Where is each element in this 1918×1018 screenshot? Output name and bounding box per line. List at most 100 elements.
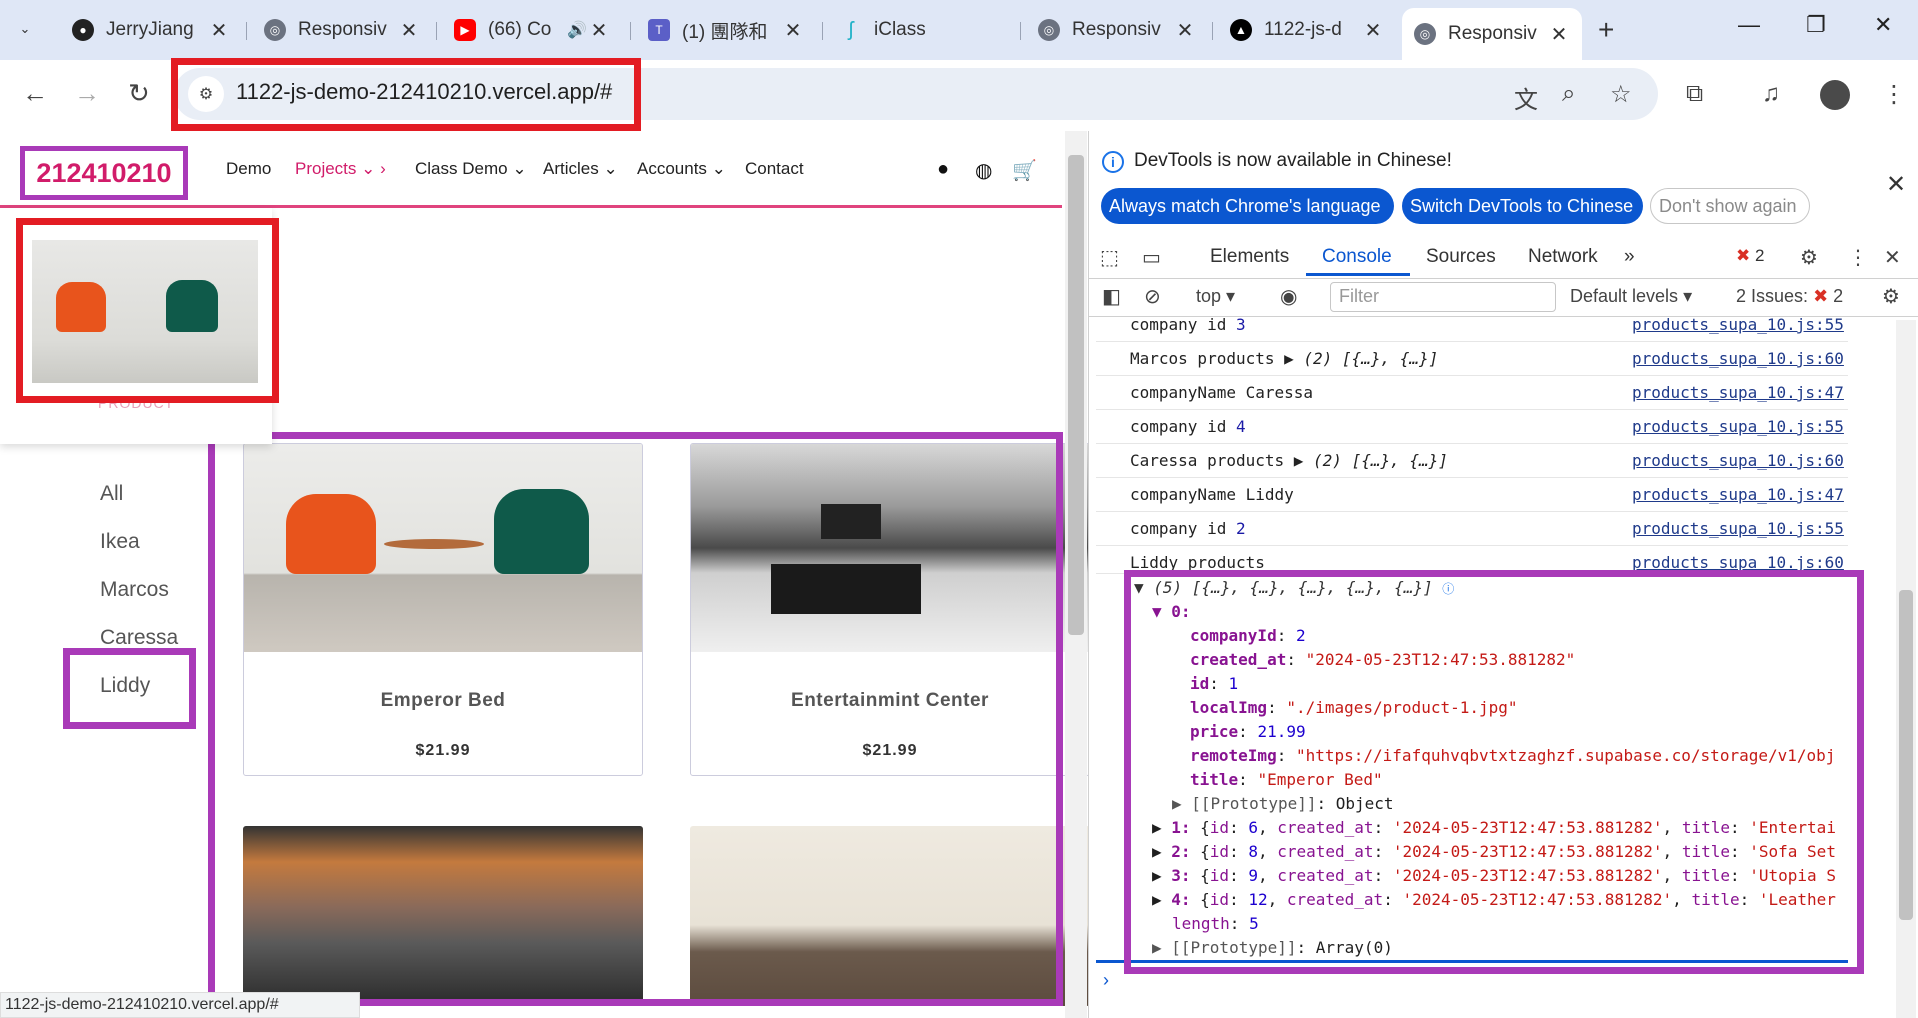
nav-contact[interactable]: Contact — [745, 159, 804, 179]
live-expression-eye-icon[interactable]: ◉ — [1280, 284, 1297, 309]
chevron-down-icon: ⌄ — [603, 159, 618, 178]
console-row: company id 4 products_supa_10.js:55 — [1096, 410, 1848, 444]
nav-projects[interactable]: Projects ⌄ › — [295, 159, 386, 179]
sidebar-toggle-icon[interactable]: ◧ — [1102, 284, 1121, 309]
minimize-button[interactable]: — — [1738, 12, 1760, 38]
tab-elements[interactable]: Elements — [1210, 246, 1289, 268]
close-tab-icon[interactable]: ✕ — [1174, 18, 1196, 43]
chevron-down-icon: ⌄ — [512, 159, 527, 178]
speaker-icon[interactable]: 🔊 — [566, 20, 588, 40]
info-icon: i — [1102, 151, 1124, 173]
always-match-language-button[interactable]: Always match Chrome's language — [1101, 188, 1394, 224]
console-row: company id 3 products_supa_10.js:55 — [1096, 308, 1848, 342]
nav-class-demo[interactable]: Class Demo ⌄ — [415, 159, 527, 179]
extensions-icon[interactable]: ⧉ — [1686, 80, 1703, 108]
github-icon: ● — [72, 19, 94, 41]
browser-tab[interactable]: ▲ 1122-js-d ✕ — [1218, 10, 1396, 50]
globe-icon: ◎ — [1414, 23, 1436, 45]
error-count-badge[interactable]: ✖ 2 — [1736, 246, 1764, 266]
browser-tab[interactable]: ◎ Responsiv ✕ — [252, 10, 432, 50]
chevron-right-icon: › — [380, 159, 386, 178]
reload-button[interactable]: ↻ — [128, 78, 150, 109]
tab-search-button[interactable]: ⌄ — [10, 14, 40, 44]
browser-tab[interactable]: ʃ iClass — [828, 10, 1016, 50]
bookmark-star-icon[interactable]: ☆ — [1610, 80, 1632, 109]
switch-to-chinese-button[interactable]: Switch DevTools to Chinese — [1402, 188, 1643, 224]
page-scrollbar-thumb[interactable] — [1068, 155, 1084, 635]
close-tab-icon[interactable]: ✕ — [1548, 22, 1570, 47]
annotation-products-box — [208, 432, 1063, 1006]
nav-demo[interactable]: Demo — [226, 159, 271, 179]
context-selector[interactable]: top ▾ — [1196, 286, 1235, 307]
menu-kebab-icon[interactable]: ⋮ — [1882, 80, 1906, 109]
tab-network[interactable]: Network — [1528, 246, 1598, 268]
category-marcos[interactable]: Marcos — [100, 578, 169, 602]
settings-gear-icon[interactable]: ⚙ — [1800, 245, 1818, 270]
log-levels-dropdown[interactable]: Default levels ▾ — [1570, 286, 1692, 307]
close-banner-icon[interactable]: ✕ — [1886, 170, 1906, 199]
annotation-url-box — [171, 58, 641, 131]
console-row: company id 2 products_supa_10.js:55 — [1096, 512, 1848, 546]
close-window-button[interactable]: ✕ — [1874, 12, 1892, 38]
close-tab-icon[interactable]: ✕ — [208, 18, 230, 43]
tab-console[interactable]: Console — [1322, 246, 1392, 268]
profile-avatar[interactable] — [1820, 80, 1850, 110]
github-icon[interactable]: ● — [937, 158, 949, 181]
tab-sources[interactable]: Sources — [1426, 246, 1496, 268]
chevron-down-icon: ⌄ — [711, 159, 726, 178]
console-row[interactable]: Caressa products ▶ (2) [{…}, {…}] product… — [1096, 444, 1848, 478]
vercel-icon: ▲ — [1230, 19, 1252, 41]
youtube-icon: ▶ — [454, 19, 476, 41]
back-button[interactable]: ← — [22, 78, 48, 109]
browser-tab[interactable]: ◎ Responsiv ✕ — [1026, 10, 1208, 50]
device-toolbar-icon[interactable]: ▭ — [1142, 245, 1161, 270]
nav-accounts[interactable]: Accounts ⌄ — [637, 159, 726, 179]
close-devtools-icon[interactable]: ✕ — [1884, 245, 1901, 270]
category-ikea[interactable]: Ikea — [100, 530, 140, 554]
restore-button[interactable]: ❐ — [1806, 12, 1826, 38]
nav-articles[interactable]: Articles ⌄ — [543, 159, 618, 179]
globe-icon: ◎ — [1038, 19, 1060, 41]
browser-tab[interactable]: ● JerryJiang ✕ — [60, 10, 242, 50]
console-row: companyName Liddy products_supa_10.js:47 — [1096, 478, 1848, 512]
close-tab-icon[interactable]: ✕ — [1362, 18, 1384, 43]
console-settings-icon[interactable]: ⚙ — [1882, 284, 1900, 309]
devtools-language-banner: DevTools is now available in Chinese! — [1134, 150, 1452, 171]
issues-button[interactable]: 2 Issues: ✖ 2 — [1736, 286, 1843, 307]
category-caressa[interactable]: Caressa — [100, 626, 178, 650]
category-all[interactable]: All — [100, 482, 123, 506]
new-tab-button[interactable]: + — [1598, 14, 1614, 46]
zoom-icon[interactable]: ⌕ — [1562, 80, 1575, 108]
site-brand[interactable]: 212410210 — [20, 146, 188, 200]
console-row: companyName Caressa products_supa_10.js:4… — [1096, 376, 1848, 410]
browser-tab[interactable]: ▶ (66) Co 🔊 ✕ — [442, 10, 622, 50]
close-tab-icon[interactable]: ✕ — [782, 18, 804, 43]
chevron-down-icon: ⌄ — [361, 159, 376, 178]
more-tabs-icon[interactable]: » — [1624, 246, 1635, 268]
chevron-down-icon: ⌄ — [19, 21, 31, 36]
active-tab-indicator — [1306, 273, 1410, 276]
inspect-element-icon[interactable]: ⬚ — [1100, 245, 1119, 270]
browser-tab-active[interactable]: ◎ Responsiv ✕ — [1402, 8, 1582, 60]
iclass-icon: ʃ — [848, 18, 854, 41]
annotation-liddy-box — [63, 648, 196, 729]
teams-icon: T — [648, 19, 670, 41]
console-scrollbar-thumb[interactable] — [1899, 590, 1913, 920]
devtools-menu-icon[interactable]: ⋮ — [1848, 245, 1868, 270]
translate-icon[interactable]: ⽂ — [1514, 80, 1538, 115]
media-controls-icon[interactable]: ♫ — [1762, 80, 1780, 108]
status-url: 1122-js-demo-212410210.vercel.app/# — [0, 992, 360, 1018]
clear-console-icon[interactable]: ⊘ — [1144, 284, 1161, 309]
dont-show-again-button[interactable]: Don't show again — [1650, 188, 1810, 224]
close-tab-icon[interactable]: ✕ — [398, 18, 420, 43]
globe-icon[interactable]: ◍ — [975, 158, 992, 183]
browser-tab[interactable]: T (1) 團隊和 ✕ — [636, 10, 816, 50]
error-icon: ✖ — [1736, 246, 1751, 265]
cart-icon[interactable]: 🛒 — [1012, 158, 1037, 183]
annotation-dropdown-box — [16, 218, 279, 403]
error-icon: ✖ — [1813, 286, 1829, 306]
console-row[interactable]: Marcos products ▶ (2) [{…}, {…}] products… — [1096, 342, 1848, 376]
close-tab-icon[interactable]: ✕ — [588, 18, 610, 43]
forward-button[interactable]: → — [74, 78, 100, 109]
console-prompt-icon[interactable]: › — [1103, 970, 1109, 991]
